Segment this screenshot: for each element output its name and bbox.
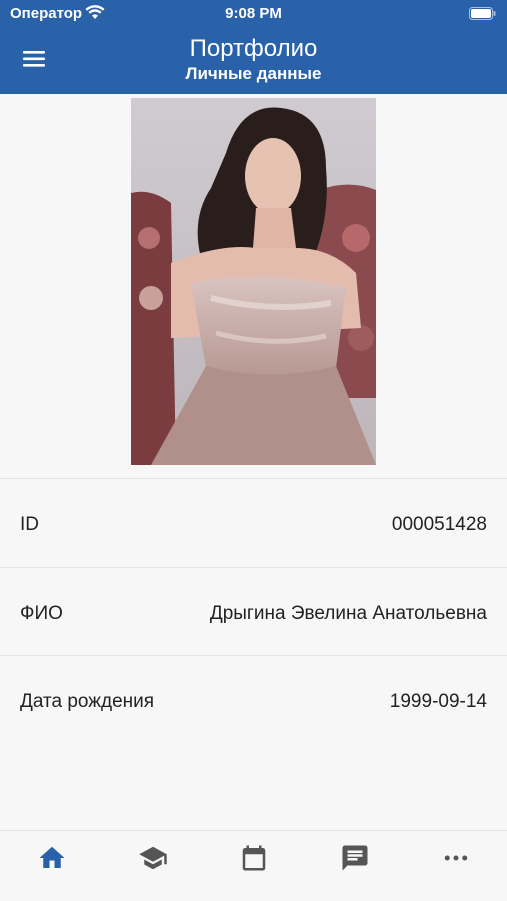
graduation-cap-icon[interactable] [138,843,168,873]
tab-bar [0,830,507,901]
field-label-birthdate: Дата рождения [20,691,155,712]
field-value-id: 000051428 [391,514,487,535]
app-header: Оператор 9:08 PM Портфолио Личные данные [0,0,507,94]
field-row-id: ID 000051428 [0,479,507,567]
message-icon[interactable] [340,843,370,873]
more-icon[interactable] [441,843,471,873]
field-value-fio: Дрыгина Эвелина Анатольевна [209,603,487,624]
field-row-birthdate: Дата рождения 1999-09-14 [0,656,507,744]
field-label-id: ID [20,514,39,535]
page-subtitle: Личные данные [185,64,322,83]
home-icon[interactable] [37,843,67,873]
field-row-fio: ФИО Дрыгина Эвелина Анатольевна [0,568,507,656]
status-bar: Оператор 9:08 PM [0,0,507,28]
field-label-fio: ФИО [20,603,63,624]
field-value-birthdate: 1999-09-14 [389,691,487,712]
clock: 9:08 PM [225,5,282,22]
calendar-icon[interactable] [239,843,269,873]
page-title: Портфолио [189,35,318,62]
battery-icon [469,7,496,24]
profile-photo [131,98,376,465]
